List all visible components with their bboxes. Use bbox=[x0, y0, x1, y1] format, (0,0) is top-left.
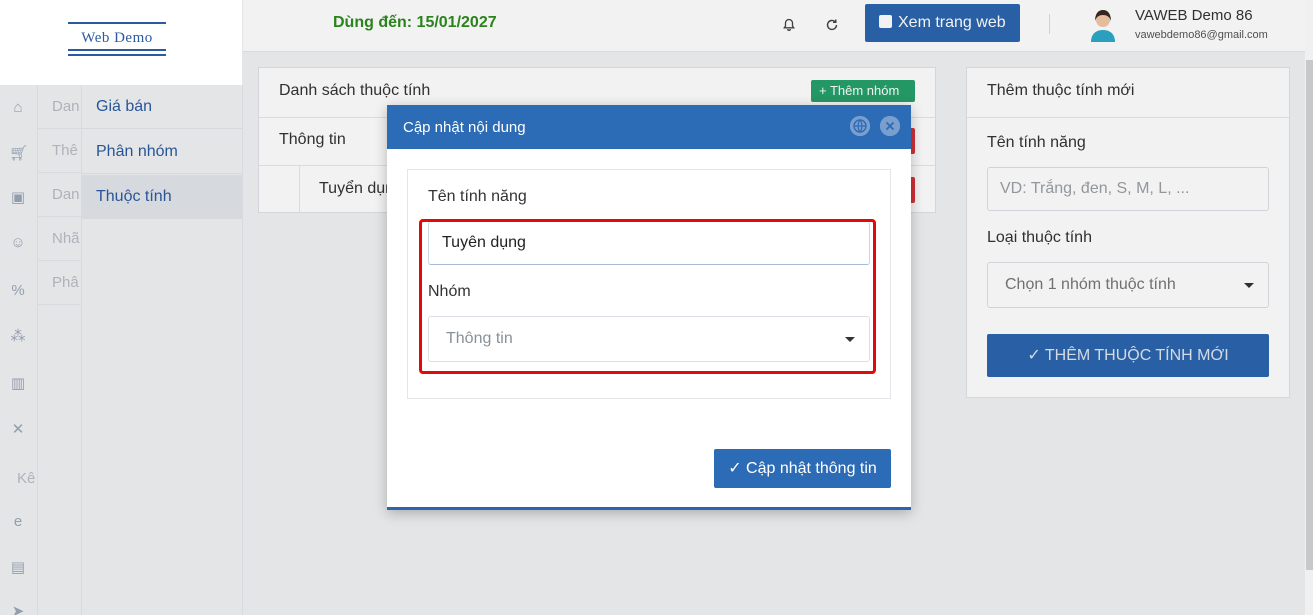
update-button[interactable]: ✓ Cập nhật thông tin bbox=[714, 449, 891, 488]
highlight-box bbox=[419, 219, 876, 374]
close-icon[interactable] bbox=[880, 116, 900, 136]
modal-title: Cập nhật nội dung bbox=[403, 119, 526, 136]
logo: Web Demo bbox=[68, 22, 166, 58]
logo-text: Web Demo bbox=[81, 30, 153, 46]
globe-icon[interactable] bbox=[850, 116, 870, 136]
scrollbar-thumb[interactable] bbox=[1306, 60, 1313, 570]
modal-header: Cập nhật nội dung bbox=[387, 105, 911, 149]
feature-name-label: Tên tính năng bbox=[428, 188, 527, 205]
logo-area[interactable]: Web Demo bbox=[0, 0, 243, 85]
